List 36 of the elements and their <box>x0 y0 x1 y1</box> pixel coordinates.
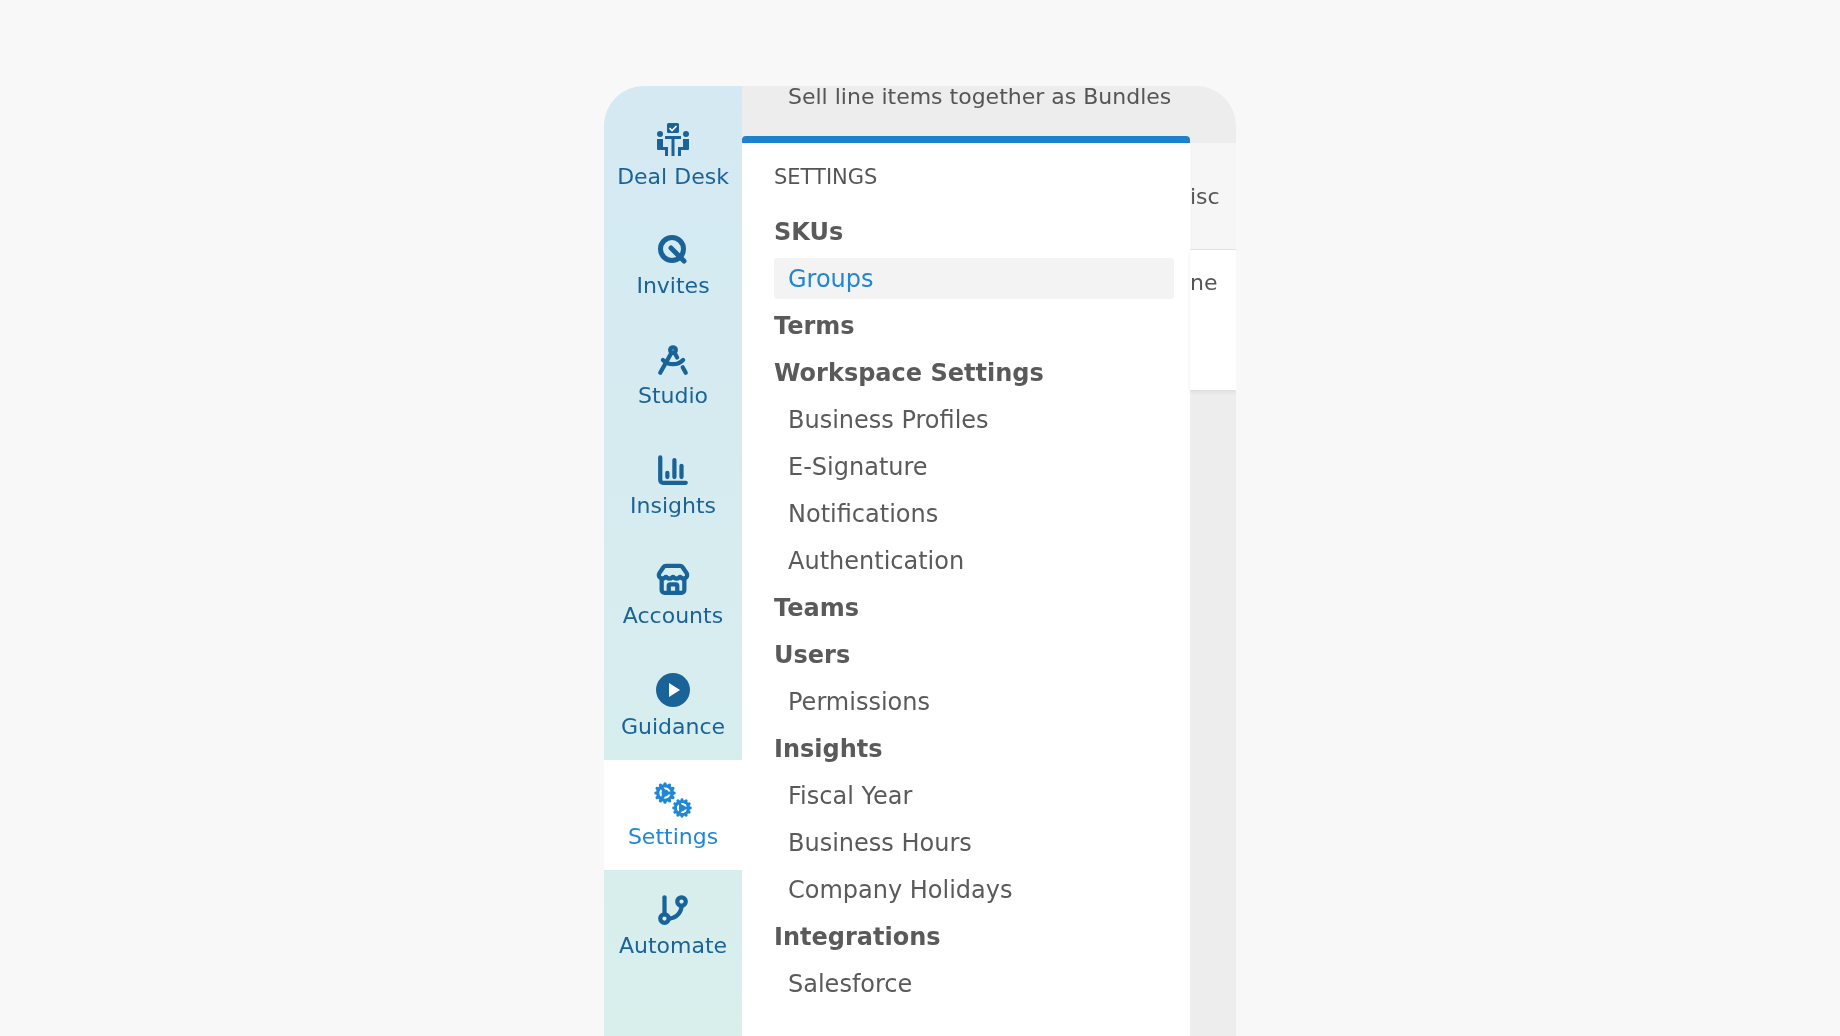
table-cell: isc <box>1190 183 1220 209</box>
menu-item[interactable]: Fiscal Year <box>774 775 1174 816</box>
section-link[interactable]: Insights <box>774 728 1174 769</box>
menu-item[interactable]: E-Signature <box>774 446 1174 487</box>
section-link[interactable]: Workspace Settings <box>774 352 1174 393</box>
store-icon <box>656 562 690 597</box>
people-icon <box>655 121 691 158</box>
menu-item[interactable]: Business Hours <box>774 822 1174 863</box>
section-link[interactable]: Terms <box>774 305 1174 346</box>
nav-item[interactable]: Deal Desk <box>604 100 742 210</box>
nav-item[interactable]: Studio <box>604 320 742 430</box>
nav-item[interactable]: Settings <box>604 760 742 870</box>
branch-icon <box>656 892 690 927</box>
gears-icon <box>654 781 692 818</box>
ring-icon <box>656 232 690 267</box>
bar-chart-icon <box>656 452 690 487</box>
menu-item[interactable]: Notifications <box>774 493 1174 534</box>
menu-item[interactable]: Permissions <box>774 681 1174 722</box>
menu-item[interactable]: Company Holidays <box>774 869 1174 910</box>
menu-item[interactable]: Authentication <box>774 540 1174 581</box>
nav-item[interactable]: Automate <box>604 870 742 980</box>
description-text: Sell line items together as Bundles <box>788 86 1172 108</box>
section-link[interactable]: Teams <box>774 587 1174 628</box>
play-icon <box>655 671 691 708</box>
compass-icon <box>656 342 690 377</box>
nav-item[interactable]: Invites <box>604 210 742 320</box>
menu-item[interactable]: Business Profiles <box>774 399 1174 440</box>
menu-item[interactable]: Salesforce <box>774 963 1174 1004</box>
section-link[interactable]: Integrations <box>774 916 1174 957</box>
nav-item[interactable]: Guidance <box>604 650 742 760</box>
section-link[interactable]: SKUs <box>774 211 1174 252</box>
section-link[interactable]: Users <box>774 634 1174 675</box>
panel-title: SETTINGS <box>774 165 879 189</box>
nav-item[interactable]: Accounts <box>604 540 742 650</box>
nav-item[interactable]: Insights <box>604 430 742 540</box>
table-cell: ne <box>1190 270 1218 295</box>
